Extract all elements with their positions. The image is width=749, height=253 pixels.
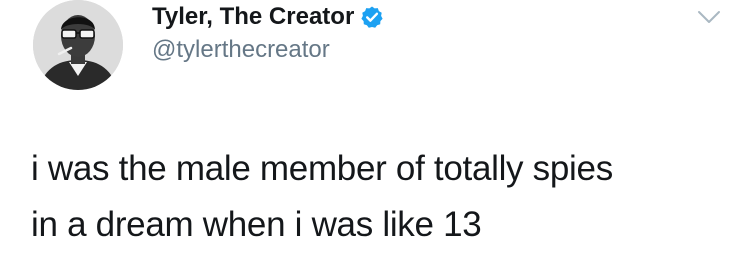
avatar-photo: [33, 0, 123, 90]
tweet-text: i was the male member of totally spies i…: [31, 141, 731, 253]
tweet-text-line: in a dream when i was like 13: [31, 205, 482, 244]
author-display-name[interactable]: Tyler, The Creator: [152, 3, 354, 31]
tweet-card: Tyler, The Creator @tylerthecreator i wa…: [0, 0, 749, 249]
chevron-down-icon[interactable]: [696, 8, 722, 26]
avatar[interactable]: [33, 0, 123, 90]
author-handle[interactable]: @tylerthecreator: [152, 36, 330, 64]
author-name-row[interactable]: Tyler, The Creator: [152, 2, 384, 32]
tweet-text-line: i was the male member of totally spies: [31, 149, 613, 188]
verified-badge-icon: [360, 5, 384, 29]
